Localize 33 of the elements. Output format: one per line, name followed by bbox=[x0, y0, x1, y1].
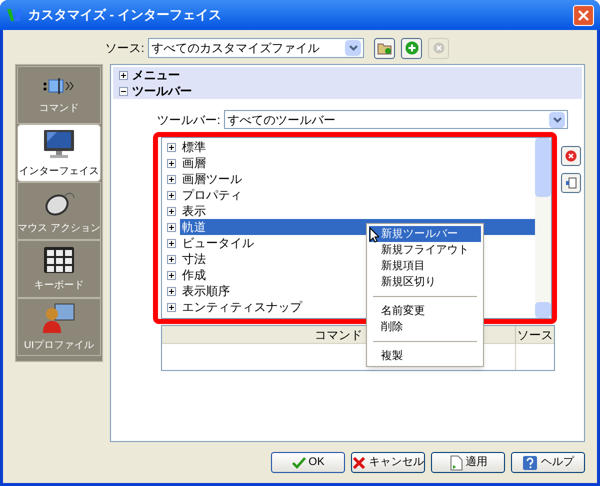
dialog-button[interactable]: OK bbox=[271, 452, 345, 473]
window-title: カスタマイズ - インターフェイス bbox=[28, 6, 223, 24]
menu-item[interactable]: 新規区切り bbox=[369, 274, 481, 290]
tree-item[interactable]: 作成 bbox=[180, 267, 206, 283]
tree-item[interactable]: 表示 bbox=[180, 203, 206, 219]
menu-item[interactable]: 新規項目 bbox=[369, 258, 481, 274]
sidebar-item[interactable]: コマンド bbox=[17, 66, 101, 124]
tree-item[interactable]: 寸法 bbox=[180, 251, 206, 267]
tree-item[interactable]: プロパティ bbox=[180, 187, 242, 203]
source-dropdown[interactable]: すべてのカスタマイズファイル bbox=[148, 38, 364, 58]
dialog-button[interactable]: ヘルプ bbox=[511, 452, 585, 473]
category-label[interactable]: メニュー bbox=[132, 66, 180, 84]
toolbar-label: ツールバー: bbox=[157, 112, 220, 128]
menu-item[interactable]: 新規ツールバー bbox=[369, 226, 481, 242]
sidebar-item[interactable]: キーボード bbox=[17, 240, 101, 298]
column-header[interactable]: ソース bbox=[516, 326, 554, 343]
sidebar-item[interactable]: マウス アクション bbox=[17, 182, 101, 240]
toolbar-dropdown[interactable]: すべてのツールバー bbox=[224, 110, 568, 129]
sidebar-item[interactable]: UIプロファイル bbox=[17, 298, 101, 356]
menu-item[interactable]: 名前変更 bbox=[369, 303, 481, 319]
tree-item[interactable]: 表示順序 bbox=[180, 283, 230, 299]
tree-item[interactable]: 画層 bbox=[180, 155, 206, 171]
category-label[interactable]: ツールバー bbox=[132, 82, 192, 100]
menu-item[interactable]: 複製 bbox=[369, 348, 481, 364]
tree-item[interactable]: ビュータイル bbox=[180, 235, 254, 251]
menu-item[interactable]: 新規フライアウト bbox=[369, 242, 481, 258]
dialog-button[interactable]: キャンセル bbox=[351, 452, 425, 473]
tree-item[interactable]: エンティティスナップ bbox=[180, 299, 302, 315]
dialog-button[interactable]: 適用 bbox=[431, 452, 505, 473]
tree-item[interactable]: 画層ツール bbox=[180, 171, 242, 187]
sidebar-item[interactable]: インターフェイス bbox=[17, 124, 101, 182]
source-label: ソース: bbox=[105, 40, 144, 57]
tree-item[interactable]: 標準 bbox=[180, 139, 206, 155]
